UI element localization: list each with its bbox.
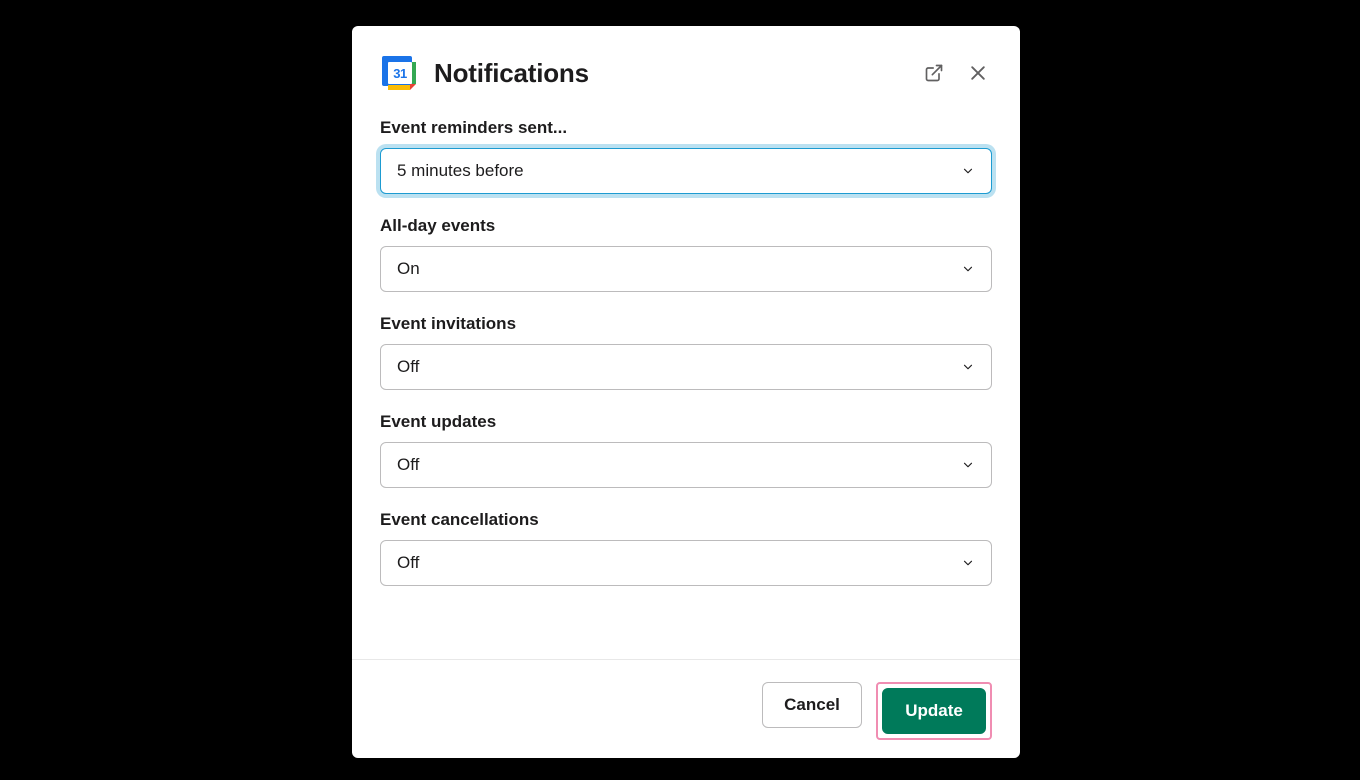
event-updates-select[interactable]: Off xyxy=(380,442,992,488)
select-value: Off xyxy=(397,553,419,573)
select-value: Off xyxy=(397,455,419,475)
event-cancellations-select[interactable]: Off xyxy=(380,540,992,586)
event-invitations-select[interactable]: Off xyxy=(380,344,992,390)
field-label: Event invitations xyxy=(380,314,992,334)
field-label: Event reminders sent... xyxy=(380,118,992,138)
close-button[interactable] xyxy=(964,59,992,87)
field-event-cancellations: Event cancellations Off xyxy=(380,510,992,586)
field-label: All-day events xyxy=(380,216,992,236)
open-external-button[interactable] xyxy=(920,59,948,87)
select-value: Off xyxy=(397,357,419,377)
field-all-day-events: All-day events On xyxy=(380,216,992,292)
field-label: Event updates xyxy=(380,412,992,432)
event-reminders-select[interactable]: 5 minutes before xyxy=(380,148,992,194)
modal-footer: Cancel Update xyxy=(352,659,1020,758)
update-highlight: Update xyxy=(876,682,992,740)
close-icon xyxy=(968,63,988,83)
field-event-reminders: Event reminders sent... 5 minutes before xyxy=(380,118,992,194)
modal-header: 31 Notifications xyxy=(352,26,1020,102)
chevron-down-icon xyxy=(961,262,975,276)
cancel-button[interactable]: Cancel xyxy=(762,682,862,728)
select-value: On xyxy=(397,259,420,279)
chevron-down-icon xyxy=(961,458,975,472)
chevron-down-icon xyxy=(961,164,975,178)
field-event-updates: Event updates Off xyxy=(380,412,992,488)
chevron-down-icon xyxy=(961,360,975,374)
external-link-icon xyxy=(924,63,944,83)
modal-body: Event reminders sent... 5 minutes before… xyxy=(352,102,1020,659)
field-label: Event cancellations xyxy=(380,510,992,530)
field-event-invitations: Event invitations Off xyxy=(380,314,992,390)
all-day-events-select[interactable]: On xyxy=(380,246,992,292)
chevron-down-icon xyxy=(961,556,975,570)
modal-title: Notifications xyxy=(434,58,920,89)
update-button[interactable]: Update xyxy=(882,688,986,734)
select-value: 5 minutes before xyxy=(397,161,524,181)
notifications-modal: 31 Notifications Event xyxy=(352,26,1020,758)
header-actions xyxy=(920,59,992,87)
google-calendar-icon: 31 xyxy=(380,54,418,92)
